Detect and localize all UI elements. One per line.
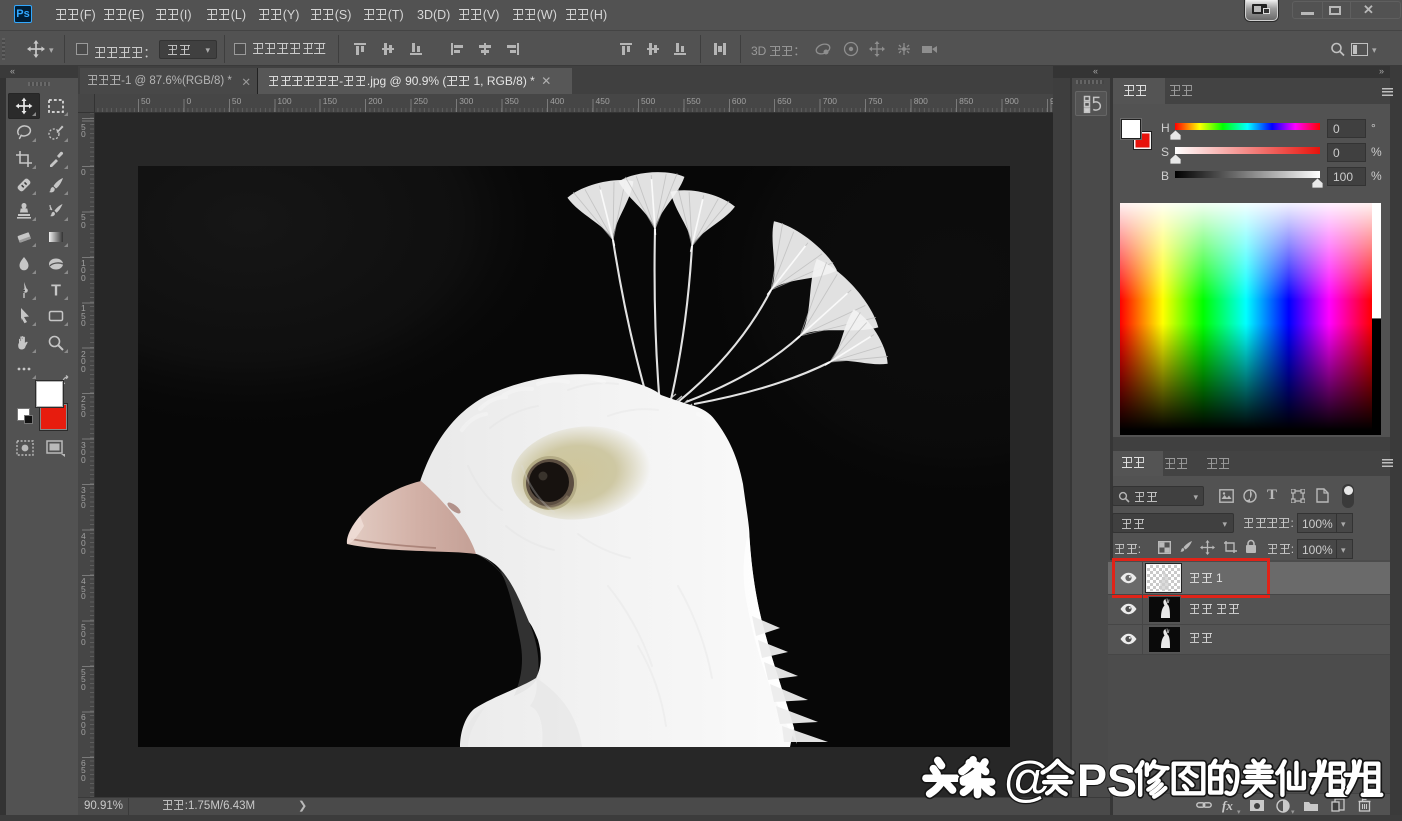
svg-text:PS: PS: [1077, 755, 1137, 806]
svg-text:T: T: [51, 283, 61, 300]
